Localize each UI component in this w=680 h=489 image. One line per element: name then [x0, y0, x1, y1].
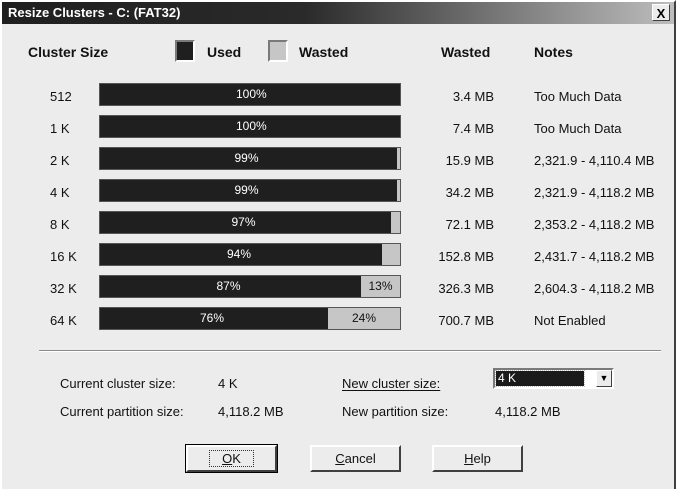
new-cluster-size-label: New cluster size: [342, 376, 440, 391]
wasted-percent: 24% [352, 311, 377, 325]
usage-bar: 87% 13% [99, 275, 401, 298]
separator [39, 350, 661, 352]
wasted-percent: 13% [368, 279, 393, 293]
used-percent: 99% [234, 183, 259, 197]
new-cluster-size-text: New cluster size: [342, 376, 441, 391]
current-cluster-size-label: Current cluster size: [60, 376, 176, 391]
usage-bar: 100% [99, 83, 401, 106]
cluster-size-label: 32 K [50, 281, 77, 296]
cluster-note: 2,353.2 - 4,118.2 MB [534, 217, 655, 232]
usage-bar: 76% 24% [99, 307, 401, 330]
current-partition-size-value: 4,118.2 MB [218, 404, 284, 419]
cluster-row: 1 K 100% 7.4 MB Too Much Data [2, 114, 674, 146]
usage-bar: 99% [99, 179, 401, 202]
cluster-size-label: 2 K [50, 153, 70, 168]
ok-button-label: OK [209, 450, 254, 467]
cancel-button[interactable]: Cancel [310, 445, 401, 472]
cluster-note: 2,321.9 - 4,110.4 MB [534, 153, 655, 168]
cluster-note: 2,604.3 - 4,118.2 MB [534, 281, 655, 296]
usage-bar: 94% [99, 243, 401, 266]
used-percent: 94% [227, 247, 252, 261]
wasted-size: 34.2 MB [445, 185, 494, 200]
cluster-note: Too Much Data [534, 89, 622, 104]
title-bar: Resize Clusters - C: (FAT32) X [2, 2, 674, 24]
usage-bar: 100% [99, 115, 401, 138]
wasted-size: 326.3 MB [438, 281, 494, 296]
notes-column-header: Notes [534, 44, 573, 60]
used-legend-label: Used [207, 44, 242, 60]
new-partition-size-label: New partition size: [342, 404, 449, 419]
used-percent: 100% [236, 119, 267, 133]
new-partition-size-value: 4,118.2 MB [495, 404, 561, 419]
cluster-size-label: 16 K [50, 249, 77, 264]
wasted-size: 152.8 MB [438, 249, 494, 264]
help-button[interactable]: Help [432, 445, 523, 472]
new-cluster-size-value[interactable]: 4 K [495, 370, 585, 387]
cluster-row: 8 K 97% 72.1 MB 2,353.2 - 4,118.2 MB [2, 210, 674, 242]
wasted-size: 700.7 MB [438, 313, 494, 328]
cluster-row: 512 100% 3.4 MB Too Much Data [2, 82, 674, 114]
cluster-note: Not Enabled [534, 313, 606, 328]
wasted-size: 72.1 MB [445, 217, 494, 232]
resize-clusters-dialog: Resize Clusters - C: (FAT32) X Cluster S… [0, 0, 676, 489]
wasted-size: 3.4 MB [452, 89, 494, 104]
used-percent: 76% [200, 311, 225, 325]
wasted-size: 15.9 MB [445, 153, 494, 168]
wasted-size: 7.4 MB [452, 121, 494, 136]
wasted-legend-label: Wasted [299, 44, 349, 60]
current-cluster-size-value: 4 K [218, 376, 238, 391]
window-title: Resize Clusters - C: (FAT32) [8, 5, 181, 20]
new-cluster-size-select[interactable]: 4 K ▼ [493, 368, 614, 389]
used-percent: 100% [236, 87, 267, 101]
cluster-size-label: 512 [50, 89, 72, 104]
cluster-note: Too Much Data [534, 121, 622, 136]
cluster-row: 64 K 76% 24% 700.7 MB Not Enabled [2, 306, 674, 338]
cluster-row: 2 K 99% 15.9 MB 2,321.9 - 4,110.4 MB [2, 146, 674, 178]
chevron-down-icon[interactable]: ▼ [596, 370, 612, 387]
cluster-size-label: 4 K [50, 185, 70, 200]
cluster-row: 32 K 87% 13% 326.3 MB 2,604.3 - 4,118.2 MB [2, 274, 674, 306]
cluster-size-label: 8 K [50, 217, 70, 232]
cluster-note: 2,321.9 - 4,118.2 MB [534, 185, 655, 200]
used-percent: 87% [216, 279, 241, 293]
cluster-size-header: Cluster Size [28, 44, 109, 60]
cluster-size-label: 64 K [50, 313, 77, 328]
cluster-size-label: 1 K [50, 121, 70, 136]
cluster-row: 16 K 94% 152.8 MB 2,431.7 - 4,118.2 MB [2, 242, 674, 274]
cluster-note: 2,431.7 - 4,118.2 MB [534, 249, 655, 264]
used-percent: 99% [234, 151, 259, 165]
usage-bar: 97% [99, 211, 401, 234]
cluster-row: 4 K 99% 34.2 MB 2,321.9 - 4,118.2 MB [2, 178, 674, 210]
used-legend-swatch [175, 40, 195, 62]
wasted-column-header: Wasted [441, 44, 491, 60]
current-partition-size-label: Current partition size: [60, 404, 184, 419]
ok-button[interactable]: OK [185, 444, 278, 473]
close-button[interactable]: X [652, 4, 670, 21]
usage-bar: 99% [99, 147, 401, 170]
used-percent: 97% [231, 215, 256, 229]
wasted-legend-swatch [268, 40, 288, 62]
